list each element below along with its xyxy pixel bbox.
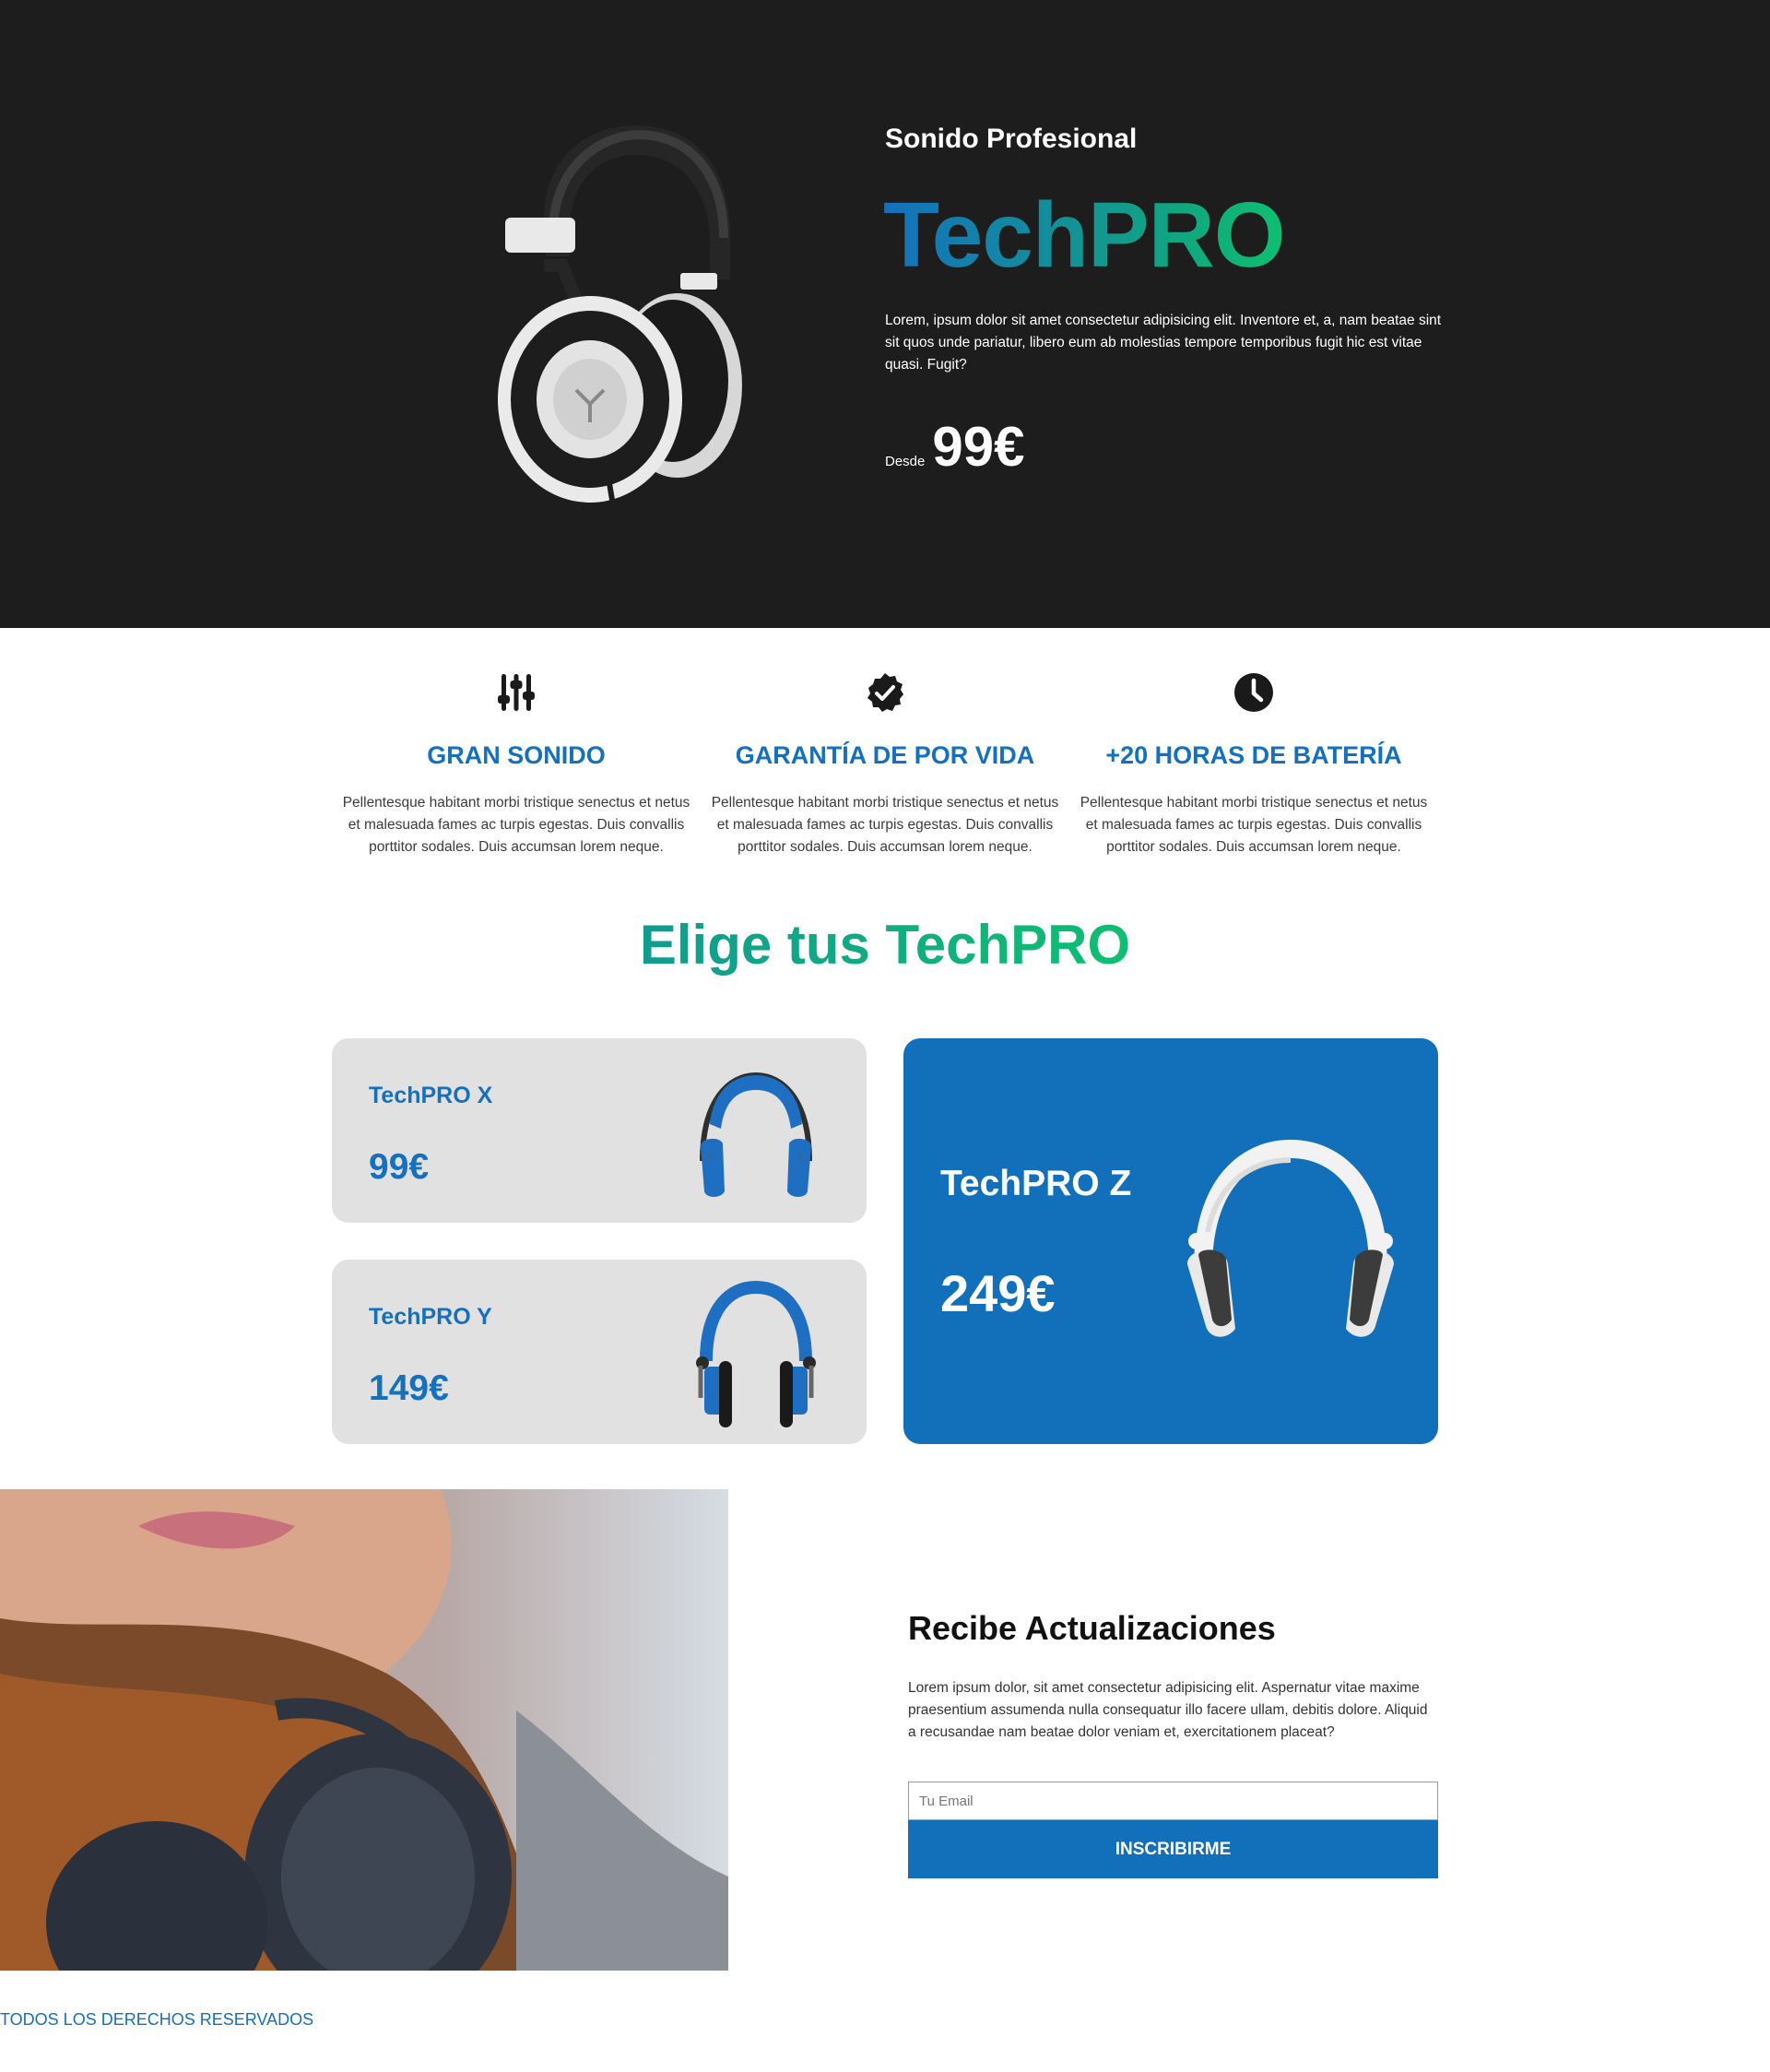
feature-warranty: GARANTÍA DE POR VIDA Pellentesque habita… [701,669,1069,858]
feature-text: Pellentesque habitant morbi tristique se… [711,795,1059,855]
newsletter-text: Lorem ipsum dolor, sit amet consectetur … [908,1680,1428,1740]
headphones-icon [696,1280,816,1427]
headphones-icon [1187,1139,1394,1337]
price-prefix: Desde [885,454,926,469]
woman-headphones-photo [0,1489,728,1971]
feature-title: GARANTÍA DE POR VIDA [735,741,1035,769]
footer-copyright: TODOS LOS DERECHOS RESERVADOS [0,2010,314,2029]
product-name: TechPRO X [369,1083,493,1108]
feature-sound: GRAN SONIDO Pellentesque habitant morbi … [332,669,701,858]
product-price: 249€ [940,1264,1056,1322]
hero-subtitle: Sonido Profesional [885,124,1138,154]
email-input[interactable] [908,1782,1438,1820]
product-name: TechPRO Z [940,1164,1132,1203]
feature-text: Pellentesque habitant morbi tristique se… [342,795,690,855]
hero-section: Sonido Profesional TechPRO Lorem, ipsum … [0,0,1770,628]
photo-illustration [0,1489,728,1971]
product-name: TechPRO Y [369,1304,492,1330]
price-amount: 99€ [932,416,1025,478]
subscribe-button[interactable]: INSCRIBIRME [908,1820,1438,1878]
headphones-icon [700,1072,812,1197]
product-card-z[interactable]: TechPRO Z 249€ [903,1038,1438,1444]
clock-icon [1234,673,1273,712]
newsletter-title: Recibe Actualizaciones [908,1609,1276,1647]
product-card-y[interactable]: TechPRO Y 149€ [332,1260,867,1444]
product-price: 149€ [369,1368,449,1408]
choose-title: Elige tus TechPRO [0,913,1770,977]
feature-text: Pellentesque habitant morbi tristique se… [1080,795,1428,855]
hero-price: Desde 99€ [885,415,1024,479]
feature-title: GRAN SONIDO [427,741,606,769]
feature-title: +20 HORAS DE BATERÍA [1105,741,1402,769]
equalizer-sliders-icon [498,674,535,711]
feature-battery: +20 HORAS DE BATERÍA Pellentesque habita… [1069,669,1438,858]
hero-headphones-image [498,125,742,505]
hero-description: Lorem, ipsum dolor sit amet consectetur … [885,313,1442,373]
badge-check-icon [867,673,903,712]
product-price: 99€ [369,1147,430,1187]
hero-title: TechPRO [883,184,1286,287]
product-card-x[interactable]: TechPRO X 99€ [332,1038,867,1223]
choose-title-text: Elige tus TechPRO [639,914,1131,976]
